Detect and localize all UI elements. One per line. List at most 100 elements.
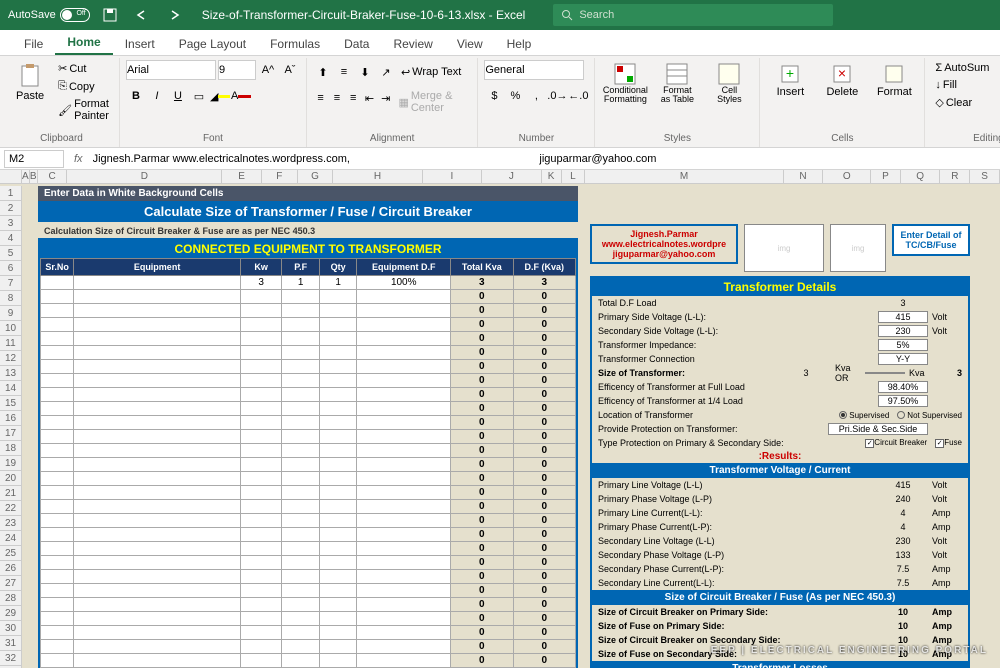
col-header[interactable]: P: [871, 170, 901, 183]
col-header[interactable]: S: [970, 170, 1000, 183]
indent-left-button[interactable]: ⇤: [362, 88, 377, 108]
format-cells-button[interactable]: Format: [870, 60, 918, 100]
table-row[interactable]: 0 0: [41, 458, 576, 472]
percent-button[interactable]: %: [505, 86, 525, 106]
title-cell[interactable]: Calculate Size of Transformer / Fuse / C…: [38, 201, 578, 222]
formula-input[interactable]: [89, 153, 1000, 165]
col-header[interactable]: N: [784, 170, 824, 183]
enter-detail-button[interactable]: Enter Detail of TC/CB/Fuse: [892, 224, 970, 256]
tab-page-layout[interactable]: Page Layout: [167, 33, 258, 55]
col-header[interactable]: F: [262, 170, 298, 183]
row-header[interactable]: 12: [0, 351, 22, 366]
table-row[interactable]: 0 0: [41, 346, 576, 360]
subtitle-cell[interactable]: Calculation Size of Circuit Breaker & Fu…: [38, 224, 578, 238]
row-header[interactable]: 16: [0, 411, 22, 426]
col-header[interactable]: D: [67, 170, 222, 183]
merge-center-button[interactable]: ▦Merge & Center: [394, 88, 471, 116]
sheet-area[interactable]: A B C D E F G H I J K L M N O P Q R S 12…: [0, 170, 1000, 668]
col-header[interactable]: M: [585, 170, 783, 183]
banner-cell[interactable]: Enter Data in White Background Cells: [38, 186, 578, 201]
row-header[interactable]: 19: [0, 456, 22, 471]
table-row[interactable]: 0 0: [41, 332, 576, 346]
indent-right-button[interactable]: ⇥: [378, 88, 393, 108]
decrease-decimal-button[interactable]: ←.0: [568, 86, 588, 106]
tab-review[interactable]: Review: [381, 33, 444, 55]
table-row[interactable]: 0 0: [41, 528, 576, 542]
chk-fuse[interactable]: ✓Fuse: [935, 438, 962, 448]
tab-data[interactable]: Data: [332, 33, 381, 55]
col-header[interactable]: C: [38, 170, 68, 183]
table-row[interactable]: 0 0: [41, 654, 576, 668]
search-box[interactable]: Search: [553, 4, 833, 26]
table-row[interactable]: 0 0: [41, 430, 576, 444]
table-row[interactable]: 3 1 1 100% 3 3: [41, 276, 576, 290]
bold-button[interactable]: B: [126, 86, 146, 106]
row-header[interactable]: 28: [0, 591, 22, 606]
row-header[interactable]: 5: [0, 246, 22, 261]
delete-cells-button[interactable]: ×Delete: [818, 60, 866, 100]
font-color-button[interactable]: A: [231, 86, 251, 106]
row-header[interactable]: 6: [0, 261, 22, 276]
row-header[interactable]: 10: [0, 321, 22, 336]
undo-icon[interactable]: [130, 3, 154, 27]
increase-font-button[interactable]: A^: [258, 60, 278, 80]
protection-value[interactable]: Pri.Side & Sec.Side: [828, 423, 928, 435]
row-header[interactable]: 17: [0, 426, 22, 441]
table-row[interactable]: 0 0: [41, 570, 576, 584]
table-row[interactable]: 0 0: [41, 318, 576, 332]
font-name-select[interactable]: [126, 60, 216, 80]
table-row[interactable]: 0 0: [41, 472, 576, 486]
row-header[interactable]: 4: [0, 231, 22, 246]
row-header[interactable]: 7: [0, 276, 22, 291]
row-header[interactable]: 9: [0, 306, 22, 321]
redo-icon[interactable]: [162, 3, 186, 27]
tab-insert[interactable]: Insert: [113, 33, 167, 55]
fill-button[interactable]: ↓Fill: [931, 77, 993, 93]
align-middle-button[interactable]: ≡: [334, 62, 354, 82]
decrease-font-button[interactable]: Aˇ: [280, 60, 300, 80]
autosave-toggle[interactable]: Off: [60, 8, 90, 22]
col-header[interactable]: L: [562, 170, 586, 183]
col-header[interactable]: A: [22, 170, 30, 183]
align-center-button[interactable]: ≡: [329, 88, 344, 108]
col-header[interactable]: I: [423, 170, 483, 183]
table-row[interactable]: 0 0: [41, 640, 576, 654]
table-row[interactable]: 0 0: [41, 514, 576, 528]
cut-button[interactable]: ✂Cut: [54, 60, 113, 77]
autosum-button[interactable]: ΣAutoSum: [931, 60, 993, 76]
align-left-button[interactable]: ≡: [313, 88, 328, 108]
row-header[interactable]: 20: [0, 471, 22, 486]
table-row[interactable]: 0 0: [41, 388, 576, 402]
autosave[interactable]: AutoSave Off: [8, 8, 90, 22]
col-header[interactable]: Q: [901, 170, 941, 183]
comma-button[interactable]: ,: [526, 86, 546, 106]
table-row[interactable]: 0 0: [41, 584, 576, 598]
row-header[interactable]: 21: [0, 486, 22, 501]
row-header[interactable]: 18: [0, 441, 22, 456]
row-header[interactable]: 31: [0, 636, 22, 651]
currency-button[interactable]: $: [484, 86, 504, 106]
table-row[interactable]: 0 0: [41, 598, 576, 612]
table-row[interactable]: 0 0: [41, 444, 576, 458]
table-row[interactable]: 0 0: [41, 542, 576, 556]
row-header[interactable]: 24: [0, 531, 22, 546]
copy-button[interactable]: ⎘Copy: [54, 78, 113, 95]
insert-cells-button[interactable]: +Insert: [766, 60, 814, 100]
table-row[interactable]: 0 0: [41, 500, 576, 514]
underline-button[interactable]: U: [168, 86, 188, 106]
save-icon[interactable]: [98, 3, 122, 27]
tab-home[interactable]: Home: [55, 31, 112, 55]
table-row[interactable]: 0 0: [41, 626, 576, 640]
table-row[interactable]: 0 0: [41, 290, 576, 304]
col-header[interactable]: E: [222, 170, 262, 183]
col-header[interactable]: H: [333, 170, 422, 183]
tab-formulas[interactable]: Formulas: [258, 33, 332, 55]
row-header[interactable]: 14: [0, 381, 22, 396]
row-header[interactable]: 11: [0, 336, 22, 351]
align-top-button[interactable]: ⬆: [313, 62, 333, 82]
clear-button[interactable]: ◇Clear: [931, 94, 993, 111]
chk-circuit-breaker[interactable]: ✓Circuit Breaker: [865, 438, 927, 448]
number-format-select[interactable]: [484, 60, 584, 80]
col-header[interactable]: R: [940, 170, 970, 183]
row-header[interactable]: 3: [0, 216, 22, 231]
